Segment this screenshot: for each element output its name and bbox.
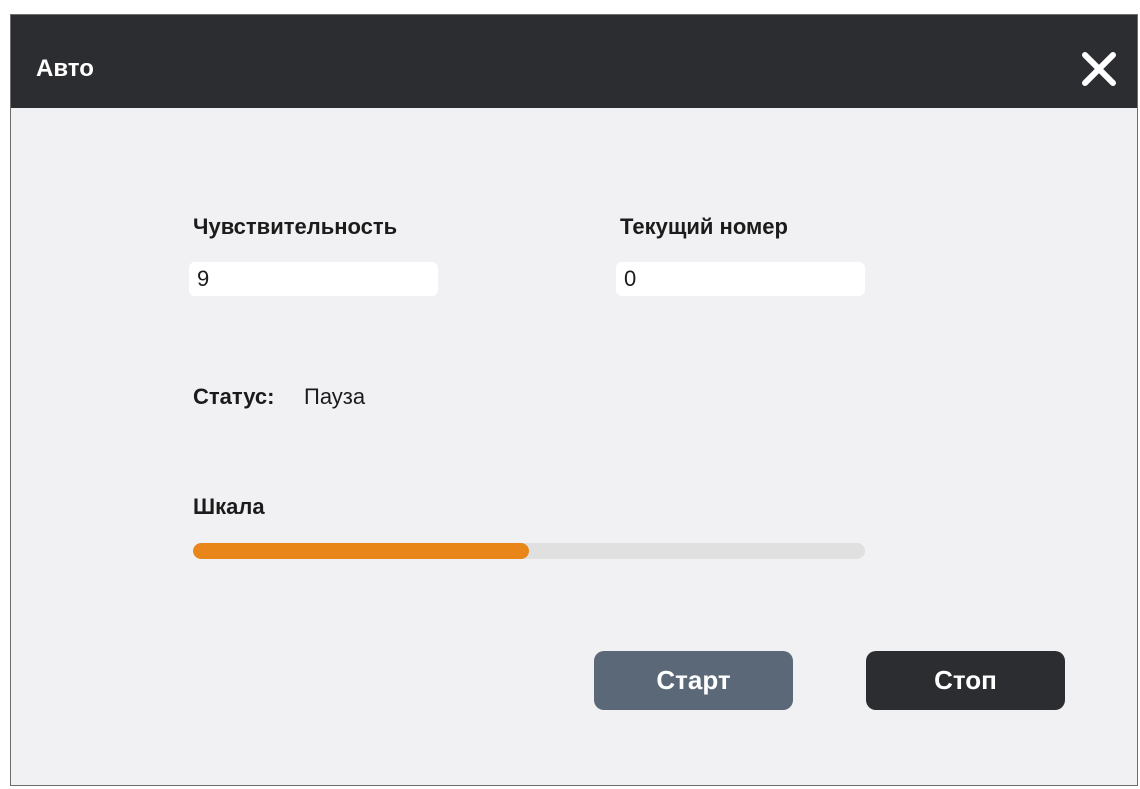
scale-progress-fill (193, 543, 529, 559)
start-button[interactable]: Старт (594, 651, 793, 710)
current-number-label: Текущий номер (620, 214, 788, 239)
stop-button[interactable]: Стоп (866, 651, 1065, 710)
current-number-input[interactable] (616, 262, 865, 296)
close-icon (1082, 52, 1116, 86)
dialog-title: Авто (36, 55, 94, 82)
sensitivity-input[interactable] (189, 262, 438, 296)
sensitivity-label: Чувствительность (193, 214, 398, 239)
auto-dialog: Авто Чувствительность Текущий номер Стат… (10, 14, 1138, 786)
title-bar: Авто (11, 15, 1137, 108)
status-value: Пауза (304, 384, 366, 409)
close-button[interactable] (1079, 49, 1119, 89)
scale-label: Шкала (193, 494, 265, 519)
status-label: Статус: (193, 384, 275, 409)
scale-progress-bar (193, 543, 865, 559)
